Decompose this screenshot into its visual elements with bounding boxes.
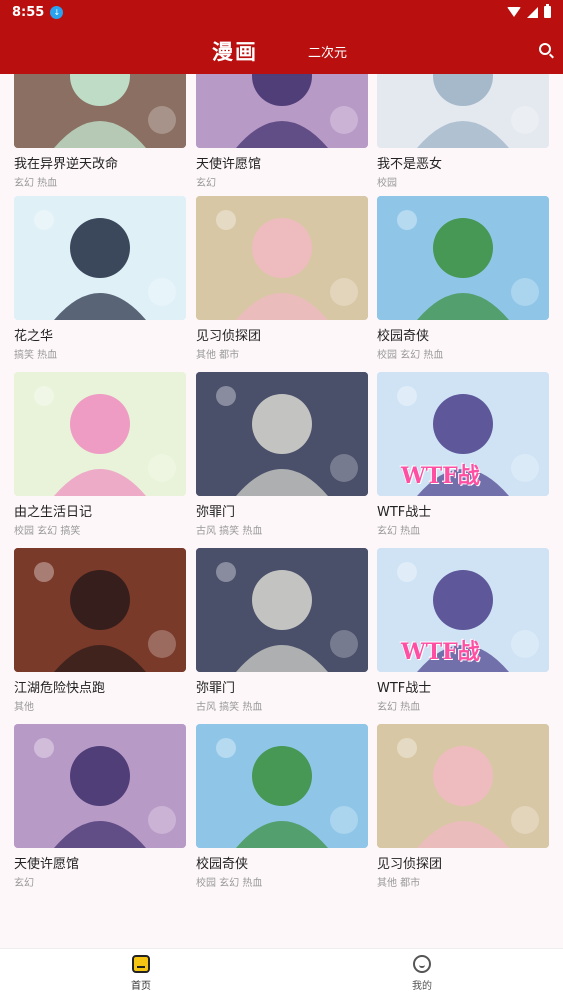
comic-cover[interactable] xyxy=(14,548,186,672)
app-header: 漫画 二次元 xyxy=(0,24,563,74)
comic-cover[interactable] xyxy=(377,74,549,148)
comic-tags: 校园 xyxy=(377,178,397,189)
comic-tags: 古风 搞笑 热血 xyxy=(196,702,263,713)
cover-title-art: WTF战 xyxy=(401,639,480,665)
tab-manga[interactable]: 漫画 xyxy=(212,36,258,66)
comic-title[interactable]: 弥罪门 xyxy=(196,677,368,696)
comic-tags: 玄幻 热血 xyxy=(377,702,421,713)
comic-cover[interactable] xyxy=(14,372,186,496)
comic-cover[interactable] xyxy=(14,74,186,148)
comic-tags: 校园 玄幻 搞笑 xyxy=(14,526,81,537)
download-icon: ↓ xyxy=(50,5,64,19)
comic-tags: 玄幻 热血 xyxy=(377,526,421,537)
nav-mine-label: 我的 xyxy=(412,981,432,992)
comic-title[interactable]: 江湖危险快点跑 xyxy=(14,677,186,696)
comic-tags: 校园 玄幻 热血 xyxy=(196,878,263,889)
comic-tags: 玄幻 热血 xyxy=(14,178,58,189)
comic-cover[interactable] xyxy=(196,74,368,148)
comic-card[interactable]: 花之华 搞笑 热血 xyxy=(14,196,186,361)
comic-title[interactable]: 见习侦探团 xyxy=(377,853,549,872)
comic-cover[interactable] xyxy=(196,724,368,848)
comic-card[interactable]: WTF战 WTF战士玄幻 热血 xyxy=(377,372,549,537)
comic-title[interactable]: 天使许愿馆 xyxy=(196,153,368,172)
comic-title[interactable]: 我不是恶女 xyxy=(377,153,549,172)
nav-mine[interactable]: 我的 xyxy=(392,955,452,992)
comic-cover[interactable]: WTF战 xyxy=(377,372,549,496)
comic-card[interactable]: 见习侦探团其他 都市 xyxy=(196,196,368,361)
comic-card[interactable]: 弥罪门古风 搞笑 热血 xyxy=(196,548,368,713)
comic-tags: 玄幻 xyxy=(14,878,34,889)
comic-cover[interactable] xyxy=(377,724,549,848)
comic-title[interactable]: WTF战士 xyxy=(377,677,549,696)
tab-anime[interactable]: 二次元 xyxy=(308,42,347,61)
comic-cover[interactable] xyxy=(14,196,186,320)
cover-title-art: WTF战 xyxy=(401,463,480,489)
comic-cover[interactable] xyxy=(377,196,549,320)
comic-card[interactable]: 我不是恶女 校园 xyxy=(377,74,549,189)
comic-card[interactable]: 校园奇侠校园 玄幻 热血 xyxy=(196,724,368,889)
comic-card[interactable]: 我在异界逆天改命玄幻 热血 xyxy=(14,74,186,189)
comic-card[interactable]: 天使许愿馆 玄幻 xyxy=(14,724,186,889)
comic-title[interactable]: 见习侦探团 xyxy=(196,325,368,344)
comic-tags: 其他 都市 xyxy=(377,878,421,889)
battery-icon xyxy=(544,4,551,18)
bottom-navigation: 首页 我的 xyxy=(0,948,563,996)
comic-title[interactable]: 校园奇侠 xyxy=(377,325,549,344)
comic-cover[interactable] xyxy=(196,548,368,672)
comic-tags: 其他 都市 xyxy=(196,350,240,361)
comic-card[interactable]: 校园奇侠校园 玄幻 热血 xyxy=(377,196,549,361)
comic-card[interactable]: 见习侦探团其他 都市 xyxy=(377,724,549,889)
comic-tags: 校园 玄幻 热血 xyxy=(377,350,444,361)
comic-cover[interactable] xyxy=(14,724,186,848)
comic-title[interactable]: 校园奇侠 xyxy=(196,853,368,872)
comic-title[interactable]: 我在异界逆天改命 xyxy=(14,153,186,172)
comic-card[interactable]: 江湖危险快点跑 其他 xyxy=(14,548,186,713)
comic-card[interactable]: WTF战 WTF战士玄幻 热血 xyxy=(377,548,549,713)
comic-card[interactable]: 弥罪门古风 搞笑 热血 xyxy=(196,372,368,537)
comic-tags: 古风 搞笑 热血 xyxy=(196,526,263,537)
comic-title[interactable]: 花之华 xyxy=(14,325,186,344)
status-time: 8:55 xyxy=(12,4,45,20)
comic-tags: 其他 xyxy=(14,702,34,713)
comic-grid[interactable]: 我在异界逆天改命 玄幻 热血 天使许愿馆 玄幻 我不是恶女 校园 花之华 搞笑 热血 见习侦探团… xyxy=(0,74,563,948)
wifi-icon xyxy=(507,7,521,17)
comic-cover[interactable]: WTF战 xyxy=(377,548,549,672)
comic-tags: 玄幻 xyxy=(196,178,216,189)
status-indicators xyxy=(507,4,551,18)
signal-icon xyxy=(527,6,538,18)
status-bar: 8:55 ↓ xyxy=(0,0,563,24)
home-icon xyxy=(132,955,150,973)
search-icon[interactable] xyxy=(539,43,551,55)
comic-tags: 搞笑 热血 xyxy=(14,350,58,361)
comic-title[interactable]: 弥罪门 xyxy=(196,501,368,520)
comic-cover[interactable] xyxy=(196,372,368,496)
nav-home-label: 首页 xyxy=(131,981,151,992)
nav-home[interactable]: 首页 xyxy=(111,955,171,992)
comic-title[interactable]: 天使许愿馆 xyxy=(14,853,186,872)
comic-title[interactable]: WTF战士 xyxy=(377,501,549,520)
comic-cover[interactable] xyxy=(196,196,368,320)
comic-card[interactable]: 由之生活日记校园 玄幻 搞笑 xyxy=(14,372,186,537)
comic-title[interactable]: 由之生活日记 xyxy=(14,501,186,520)
profile-icon xyxy=(413,955,431,973)
comic-card[interactable]: 天使许愿馆 玄幻 xyxy=(196,74,368,189)
